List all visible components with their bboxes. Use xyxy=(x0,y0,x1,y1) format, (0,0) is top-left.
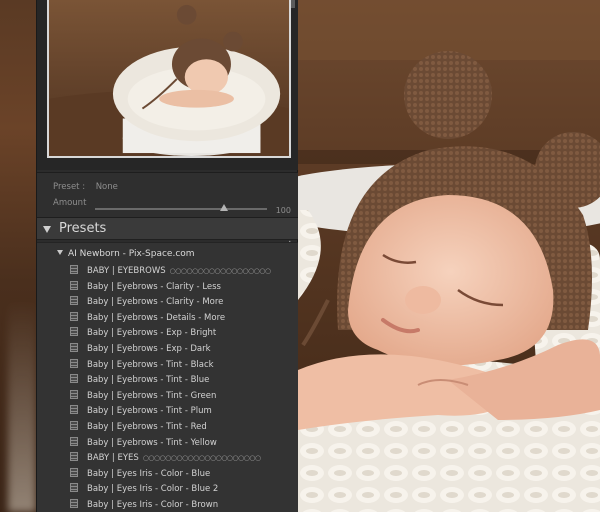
preset-row: Preset : None xyxy=(53,182,118,192)
presets-title: Presets xyxy=(59,221,107,236)
preset-amount-section: Preset : None Amount 100 xyxy=(37,172,299,218)
preset-list: AI Newborn - Pix-Space.com BABY | EYEBRO… xyxy=(37,242,299,512)
preset-item-label: Baby | Eyebrows - Tint - Red xyxy=(87,422,207,432)
preset-item[interactable]: Baby | Eyebrows - Clarity - Less xyxy=(70,280,221,295)
collapse-triangle-icon[interactable] xyxy=(43,226,51,233)
preset-file-icon xyxy=(70,389,78,399)
preset-label: Preset : xyxy=(53,182,86,192)
navigator-panel xyxy=(37,0,299,170)
preset-item-label: Baby | Eyebrows - Tint - Green xyxy=(87,390,217,401)
preset-file-icon xyxy=(70,374,78,384)
preset-item-label: BABY | EYEBROWS xyxy=(87,266,166,276)
main-photo xyxy=(298,0,600,512)
navigator-preview[interactable] xyxy=(47,0,291,158)
preset-file-icon xyxy=(70,265,78,274)
newborn-photo xyxy=(298,0,600,512)
preset-item-label: Baby | Eyebrows - Details - More xyxy=(87,312,226,323)
amount-slider-thumb[interactable] xyxy=(220,204,228,211)
preset-item[interactable]: BABY | EYES ○○○○○○○○○○○○○○○○○○○○○ xyxy=(70,452,261,466)
amount-value: 100 xyxy=(275,206,291,215)
preset-item[interactable]: BABY | EYEBROWS ○○○○○○○○○○○○○○○○○○ xyxy=(70,265,271,279)
preset-item[interactable]: Baby | Eyebrows - Details - More xyxy=(70,311,226,326)
preset-file-icon xyxy=(70,405,78,415)
background-wood-left xyxy=(0,0,36,512)
preset-item-ornament: ○○○○○○○○○○○○○○○○○○ xyxy=(169,267,271,275)
preset-file-icon xyxy=(70,436,78,446)
preset-file-icon xyxy=(70,483,78,493)
preset-file-icon xyxy=(70,296,78,306)
preset-file-icon xyxy=(70,343,78,352)
preset-item[interactable]: Baby | Eyes Iris - Color - Brown xyxy=(70,499,218,512)
amount-label: Amount xyxy=(53,198,87,208)
preset-item-label: Baby | Eyebrows - Exp - Dark xyxy=(87,344,211,354)
preset-item-label: Baby | Eyebrows - Clarity - Less xyxy=(87,281,221,292)
preset-value: None xyxy=(95,182,118,192)
preset-item-label: Baby | Eyebrows - Tint - Blue xyxy=(87,375,210,386)
preset-item-label: Baby | Eyebrows - Tint - Black xyxy=(87,359,214,370)
navigator-photo-thumbnail xyxy=(49,0,289,156)
preset-item-label: Baby | Eyes Iris - Color - Blue 2 xyxy=(87,484,219,495)
preset-file-icon xyxy=(70,467,78,477)
preset-item-label: Baby | Eyebrows - Tint - Yellow xyxy=(87,437,217,448)
preset-item[interactable]: Baby | Eyes Iris - Color - Blue 2 xyxy=(70,483,218,497)
preset-item[interactable]: Baby | Eyebrows - Tint - Blue xyxy=(70,374,209,388)
preset-item[interactable]: Baby | Eyebrows - Tint - Plum xyxy=(70,405,212,419)
lightroom-left-panel: Preset : None Amount 100 Presets + AI Ne… xyxy=(36,0,299,512)
preset-folder[interactable]: AI Newborn - Pix-Space.com xyxy=(57,249,195,259)
preset-item-label: Baby | Eyebrows - Tint - Plum xyxy=(87,406,212,417)
preset-item[interactable]: Baby | Eyebrows - Tint - Green xyxy=(70,389,217,404)
preset-item-label: Baby | Eyebrows - Exp - Bright xyxy=(87,328,217,339)
amount-slider-track[interactable] xyxy=(95,208,267,210)
preset-item-label: Baby | Eyes Iris - Color - Blue xyxy=(87,468,211,479)
presets-panel-header[interactable]: Presets + xyxy=(37,218,299,250)
preset-item[interactable]: Baby | Eyebrows - Exp - Bright xyxy=(70,327,216,341)
preset-item[interactable]: Baby | Eyebrows - Tint - Black xyxy=(70,358,214,373)
preset-item-label: Baby | Eyes Iris - Color - Brown xyxy=(87,500,219,510)
folder-expand-icon[interactable] xyxy=(57,250,63,255)
preset-file-icon xyxy=(70,311,78,321)
preset-item-label: BABY | EYES xyxy=(87,453,139,464)
amount-row: Amount xyxy=(53,198,93,208)
preset-item[interactable]: Baby | Eyebrows - Tint - Yellow xyxy=(70,436,217,451)
preset-file-icon xyxy=(70,499,78,508)
preset-file-icon xyxy=(70,452,78,462)
preset-file-icon xyxy=(70,358,78,368)
preset-file-icon xyxy=(70,421,78,430)
preset-file-icon xyxy=(70,327,78,337)
preset-item[interactable]: Baby | Eyebrows - Tint - Red xyxy=(70,421,207,435)
preset-folder-label: AI Newborn - Pix-Space.com xyxy=(68,249,195,259)
preset-item-ornament: ○○○○○○○○○○○○○○○○○○○○○ xyxy=(142,454,261,463)
preset-item[interactable]: Baby | Eyebrows - Exp - Dark xyxy=(70,343,211,357)
preset-item[interactable]: Baby | Eyes Iris - Color - Blue xyxy=(70,467,211,482)
preset-item-label: Baby | Eyebrows - Clarity - More xyxy=(87,297,224,308)
preset-item[interactable]: Baby | Eyebrows - Clarity - More xyxy=(70,296,223,310)
preset-file-icon xyxy=(70,280,78,290)
